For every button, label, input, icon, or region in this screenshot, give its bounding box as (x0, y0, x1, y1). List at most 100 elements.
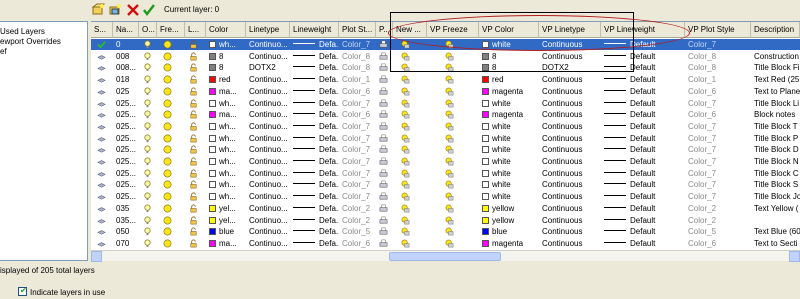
table-row[interactable]: 025...wh...Continuo...Defa...Color_7whit… (91, 98, 800, 109)
layer-description[interactable]: Title Block C (751, 168, 800, 179)
layer-status-icon[interactable] (97, 87, 106, 96)
layer-on-bulb-icon[interactable] (143, 110, 152, 119)
vp-freeze-sun-icon[interactable] (401, 110, 410, 119)
thaw-sun-icon[interactable] (163, 87, 172, 96)
layer-lineweight[interactable]: Defa... (290, 109, 339, 120)
vp-freeze-sun-icon[interactable] (401, 145, 410, 154)
layer-linetype[interactable]: Continuo... (246, 121, 290, 132)
layer-status-icon[interactable] (97, 169, 106, 178)
layer-on-bulb-icon[interactable] (143, 239, 152, 248)
thaw-sun-icon[interactable] (163, 145, 172, 154)
vp-freeze-sun-icon[interactable] (401, 216, 410, 225)
vp-freeze-sun-icon[interactable] (445, 145, 454, 154)
table-row[interactable]: 025...wh...Continuo...Defa...Color_7whit… (91, 121, 800, 132)
layer-plot-style[interactable]: Color_7 (339, 191, 376, 202)
vp-color[interactable]: magenta (479, 86, 539, 97)
layer-status-icon[interactable] (97, 180, 106, 189)
vp-linetype[interactable]: Continuous (539, 156, 601, 167)
tree-item-ref[interactable]: ef (0, 47, 7, 56)
layer-on-bulb-icon[interactable] (143, 180, 152, 189)
layer-name[interactable]: 025... (113, 98, 139, 109)
vp-freeze-sun-icon[interactable] (401, 169, 410, 178)
layer-linetype[interactable]: Continuo... (246, 86, 290, 97)
vp-plot-style[interactable]: Color_7 (685, 179, 751, 190)
layer-status-icon[interactable] (97, 239, 106, 248)
vp-freeze-sun-icon[interactable] (445, 75, 454, 84)
vp-linetype[interactable]: Continuous (539, 215, 601, 226)
layer-lineweight[interactable]: Defa... (290, 62, 339, 73)
layer-description[interactable]: Text to Secti (751, 238, 800, 249)
layer-status-icon[interactable] (97, 110, 106, 119)
layer-plot-style[interactable]: Color_7 (339, 121, 376, 132)
column-header-lock[interactable]: L... (185, 22, 206, 38)
layer-plot-style[interactable]: Color_6 (339, 109, 376, 120)
unlock-icon[interactable] (189, 227, 198, 236)
layer-name[interactable]: 018 (113, 74, 139, 85)
layer-lineweight[interactable]: Defa... (290, 121, 339, 132)
layer-status-icon[interactable] (97, 134, 106, 143)
unlock-icon[interactable] (189, 145, 198, 154)
layer-on-bulb-icon[interactable] (143, 192, 152, 201)
vp-linetype[interactable]: Continuous (539, 168, 601, 179)
layer-on-bulb-icon[interactable] (143, 134, 152, 143)
vp-linetype[interactable]: Continuous (539, 238, 601, 249)
layer-color[interactable]: 8 (206, 62, 246, 73)
layer-on-bulb-icon[interactable] (143, 169, 152, 178)
layer-name[interactable]: 0 (113, 39, 139, 50)
layer-color[interactable]: wh... (206, 168, 246, 179)
new-layer-icon[interactable] (91, 3, 105, 17)
thaw-sun-icon[interactable] (163, 169, 172, 178)
vp-plot-style[interactable]: Color_7 (685, 156, 751, 167)
layer-plot-style[interactable]: Color_7 (339, 133, 376, 144)
layer-linetype[interactable]: Continuo... (246, 133, 290, 144)
layer-on-bulb-icon[interactable] (143, 52, 152, 61)
plot-printer-icon[interactable] (379, 75, 388, 84)
thaw-sun-icon[interactable] (163, 192, 172, 201)
layer-name[interactable]: 008 (113, 51, 139, 62)
vp-freeze-sun-icon[interactable] (445, 227, 454, 236)
vp-lineweight[interactable]: Default (601, 215, 685, 226)
layer-linetype[interactable]: Continuo... (246, 215, 290, 226)
layer-description[interactable]: Title Block S (751, 179, 800, 190)
layer-color[interactable]: blue (206, 226, 246, 237)
layer-description[interactable]: Text Yellow ( (751, 203, 800, 214)
layer-linetype[interactable]: Continuo... (246, 226, 290, 237)
unlock-icon[interactable] (189, 99, 198, 108)
vp-color[interactable]: yellow (479, 215, 539, 226)
thaw-sun-icon[interactable] (163, 227, 172, 236)
layer-name[interactable]: 025... (113, 168, 139, 179)
unlock-icon[interactable] (189, 157, 198, 166)
layer-plot-style[interactable]: Color_7 (339, 156, 376, 167)
layer-description[interactable]: Title Block Fi (751, 62, 800, 73)
table-row[interactable]: 035...yel...Continuo...Defa...Color_2yel… (91, 215, 800, 226)
layer-lineweight[interactable]: Defa... (290, 191, 339, 202)
layer-name[interactable]: 025... (113, 191, 139, 202)
vp-freeze-sun-icon[interactable] (401, 239, 410, 248)
layer-linetype[interactable]: Continuo... (246, 168, 290, 179)
layer-color[interactable]: red (206, 74, 246, 85)
layer-name[interactable]: 070 (113, 238, 139, 249)
layer-plot-style[interactable]: Color_7 (339, 144, 376, 155)
scroll-thumb[interactable] (389, 252, 501, 261)
layer-on-bulb-icon[interactable] (143, 75, 152, 84)
layer-plot-style[interactable]: Color_5 (339, 226, 376, 237)
scroll-right-button[interactable] (789, 251, 800, 262)
vp-linetype[interactable]: Continuous (539, 109, 601, 120)
vp-color[interactable]: white (479, 156, 539, 167)
table-row[interactable]: 070ma...Continuo...Defa...Color_6magenta… (91, 238, 800, 249)
tree-item-viewport-overrides[interactable]: ewport Overrides (0, 37, 61, 46)
vp-plot-style[interactable]: Color_7 (685, 168, 751, 179)
layer-color[interactable]: wh... (206, 98, 246, 109)
horizontal-scrollbar[interactable] (91, 250, 800, 262)
table-row[interactable]: 025...wh...Continuo...Defa...Color_7whit… (91, 156, 800, 167)
vp-lineweight[interactable]: Default (601, 86, 685, 97)
vp-freeze-sun-icon[interactable] (445, 110, 454, 119)
plot-printer-icon[interactable] (379, 192, 388, 201)
unlock-icon[interactable] (189, 239, 198, 248)
vp-freeze-sun-icon[interactable] (445, 122, 454, 131)
vp-freeze-sun-icon[interactable] (445, 192, 454, 201)
layer-on-bulb-icon[interactable] (143, 63, 152, 72)
layer-status-icon[interactable] (97, 157, 106, 166)
layer-description[interactable] (751, 215, 800, 226)
layer-lineweight[interactable]: Defa... (290, 215, 339, 226)
